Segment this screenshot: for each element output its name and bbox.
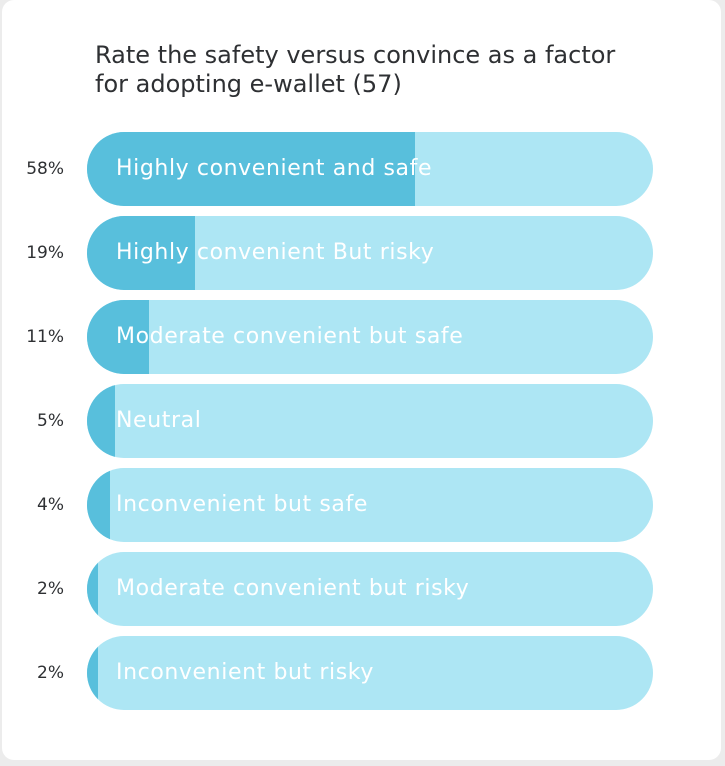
poll-card: Rate the safety versus convince as a fac… (2, 0, 721, 760)
bar-fill (87, 636, 98, 710)
bar-track: Highly convenient and safe (87, 132, 653, 206)
bar-category-label: Moderate convenient but risky (116, 576, 470, 601)
bar-track: Inconvenient but safe (87, 468, 653, 542)
bar-value-label: 2% (37, 663, 64, 683)
bar-row: 11% Moderate convenient but safe (2, 300, 721, 374)
bar-track: Inconvenient but risky (87, 636, 653, 710)
bar-value-label: 2% (37, 579, 64, 599)
bar-category-label: Highly convenient But risky (116, 240, 435, 265)
bar-fill (87, 552, 98, 626)
bar-category-label: Inconvenient but risky (116, 660, 374, 685)
chart-title: Rate the safety versus convince as a fac… (95, 41, 616, 98)
bar-value-label: 58% (26, 159, 64, 179)
bar-category-label: Highly convenient and safe (116, 156, 433, 181)
bar-value-label: 19% (26, 243, 64, 263)
bar-row: 2% Moderate convenient but risky (2, 552, 721, 626)
bar-row: 5% Neutral (2, 384, 721, 458)
bar-track: Neutral (87, 384, 653, 458)
bar-category-label: Inconvenient but safe (116, 492, 368, 517)
bar-row: 19% Highly convenient But risky (2, 216, 721, 290)
bar-row: 58% Highly convenient and safe (2, 132, 721, 206)
bar-value-label: 4% (37, 495, 64, 515)
bar-row: 2% Inconvenient but risky (2, 636, 721, 710)
bar-row: 4% Inconvenient but safe (2, 468, 721, 542)
bar-track: Moderate convenient but safe (87, 300, 653, 374)
bar-track: Highly convenient But risky (87, 216, 653, 290)
bar-category-label: Moderate convenient but safe (116, 324, 464, 349)
bar-category-label: Neutral (116, 408, 202, 433)
bar-fill (87, 468, 110, 542)
bar-track: Moderate convenient but risky (87, 552, 653, 626)
bar-value-label: 11% (26, 327, 64, 347)
bar-value-label: 5% (37, 411, 64, 431)
bar-fill (87, 384, 115, 458)
